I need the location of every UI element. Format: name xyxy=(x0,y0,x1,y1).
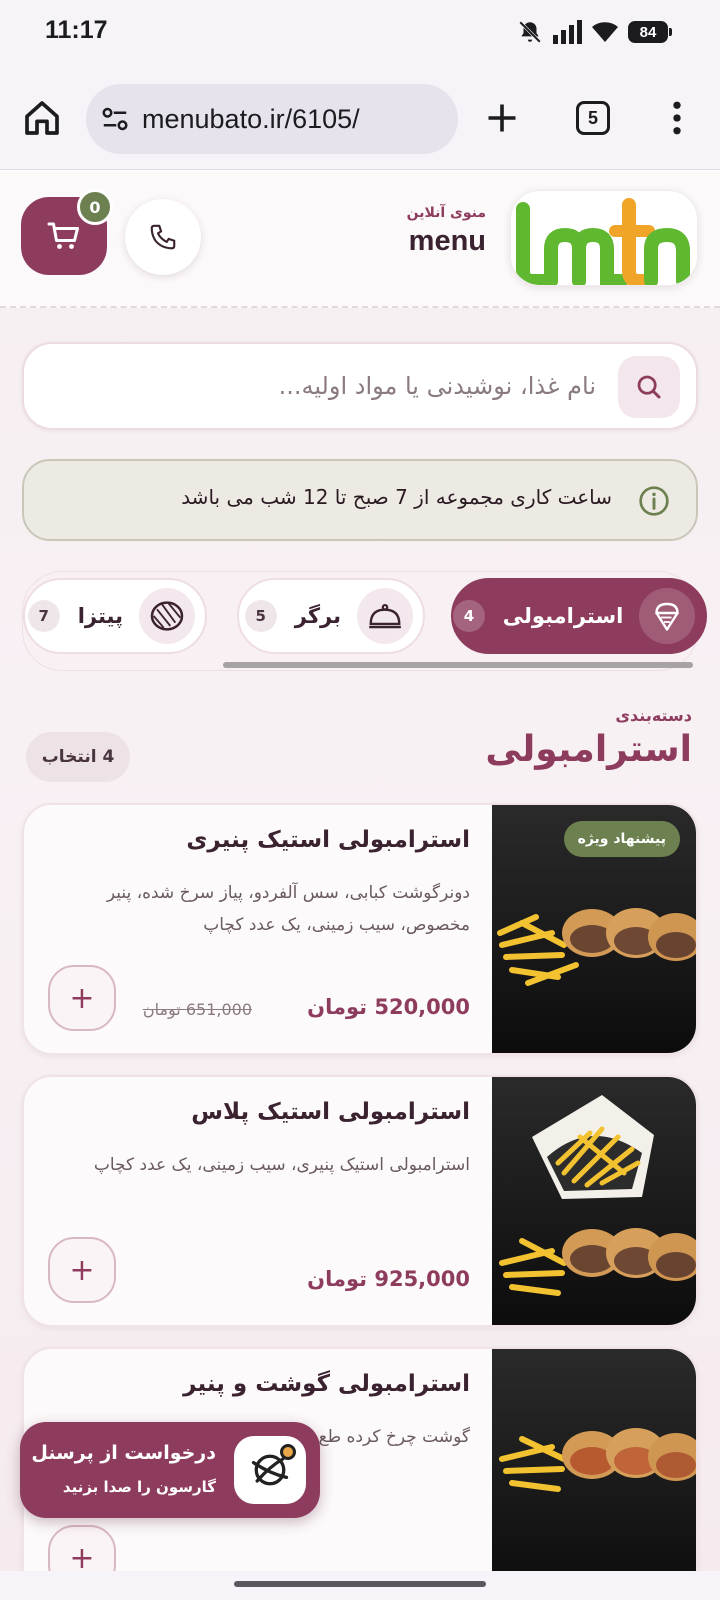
category-label: برگر xyxy=(294,604,341,628)
brand-title: menu xyxy=(408,225,486,257)
search-box[interactable] xyxy=(22,342,698,430)
new-tab-icon[interactable] xyxy=(484,100,520,136)
product-image xyxy=(492,1349,696,1571)
product-card[interactable]: پیشنهاد ویژه استرامبولی استیک پنیری دونر… xyxy=(22,803,698,1055)
add-to-cart-button[interactable]: + xyxy=(48,1237,116,1303)
search-button[interactable] xyxy=(618,356,680,418)
category-label: استرامبولی xyxy=(502,604,624,628)
product-price: 925,000 تومان xyxy=(307,1267,470,1291)
section-title: استرامبولی xyxy=(485,729,692,770)
notification-dot xyxy=(280,1444,296,1460)
more-menu-icon[interactable] xyxy=(660,98,694,138)
product-description: دونرگوشت کبابی، سس آلفردو، پیاز سرخ شده،… xyxy=(106,883,470,935)
category-label: پیتزا xyxy=(77,604,123,628)
product-name: استرامبولی گوشت و پنیر xyxy=(183,1371,470,1397)
waiter-call-icon xyxy=(234,1436,306,1504)
tab-category-strombolli[interactable]: استرامبولی 4 xyxy=(451,578,707,654)
special-offer-badge: پیشنهاد ویژه xyxy=(563,821,680,857)
add-to-cart-button[interactable]: + xyxy=(48,1525,116,1571)
product-card[interactable]: استرامبولی استیک پلاس استرامبولی استیک پ… xyxy=(22,1075,698,1327)
url-text[interactable]: menubato.ir/6105/ xyxy=(142,104,360,135)
plus-icon: + xyxy=(69,1252,95,1288)
page-content: منوی آنلاین menu 0 نام غذا، نوشیدنی یا م… xyxy=(0,171,720,1571)
call-button[interactable] xyxy=(125,199,201,275)
home-indicator[interactable] xyxy=(234,1581,486,1587)
phone-icon xyxy=(150,224,176,250)
add-to-cart-button[interactable]: + xyxy=(48,965,116,1031)
item-count-badge: 4 انتخاب xyxy=(26,732,130,782)
status-icons: 84 xyxy=(517,18,672,46)
brand-subtitle: منوی آنلاین xyxy=(406,205,486,221)
status-time: 11:17 xyxy=(45,16,108,44)
pizza-icon xyxy=(139,588,195,644)
status-bar: 11:17 84 xyxy=(0,0,720,64)
category-count: 4 xyxy=(453,600,485,632)
tab-count: 5 xyxy=(587,107,598,128)
browser-toolbar: menubato.ir/6105/ 5 xyxy=(0,64,720,170)
search-icon xyxy=(637,375,661,399)
plus-icon: + xyxy=(69,1540,95,1572)
cloche-icon xyxy=(357,588,413,644)
info-icon xyxy=(639,486,669,516)
bato-logo[interactable] xyxy=(510,190,698,286)
search-input[interactable] xyxy=(76,364,596,408)
staff-request-title: درخواست از پرسنل xyxy=(31,1442,216,1464)
product-description: استرامبولی استیک پنیری، سیب زمینی، یک عد… xyxy=(93,1155,470,1175)
product-name: استرامبولی استیک پنیری xyxy=(186,827,470,853)
category-count: 5 xyxy=(244,600,277,632)
tab-switcher-button[interactable]: 5 xyxy=(576,101,610,135)
product-image xyxy=(492,1077,696,1325)
category-count: 7 xyxy=(27,600,60,632)
ice-cream-icon xyxy=(639,588,695,644)
category-scrollbar[interactable] xyxy=(223,662,693,668)
plus-icon: + xyxy=(69,980,95,1016)
address-bar[interactable]: menubato.ir/6105/ xyxy=(86,84,458,154)
product-name: استرامبولی استیک پلاس xyxy=(191,1099,470,1125)
wifi-icon xyxy=(592,22,618,42)
cart-count-badge: 0 xyxy=(77,189,113,225)
section-kicker: دسته‌بندی xyxy=(615,706,692,725)
site-header: منوی آنلاین menu 0 xyxy=(0,171,720,308)
working-hours-text: ساعت کاری مجموعه از 7 صبح تا 12 شب می با… xyxy=(181,485,612,509)
bell-off-icon xyxy=(519,21,541,43)
staff-request-subtitle: گارسون را صدا بزنید xyxy=(62,1478,216,1496)
product-price: 520,000 تومان xyxy=(307,995,470,1019)
battery-level: 84 xyxy=(639,23,657,41)
product-old-price: 651,000 تومان xyxy=(142,1000,252,1019)
staff-request-button[interactable]: درخواست از پرسنل گارسون را صدا بزنید xyxy=(20,1422,320,1518)
tab-category-pizza[interactable]: پیتزا 7 xyxy=(23,578,207,654)
product-image: پیشنهاد ویژه xyxy=(492,805,696,1053)
tab-category-burger[interactable]: برگر 5 xyxy=(237,578,425,654)
signal-icon xyxy=(553,20,582,44)
home-icon[interactable] xyxy=(22,98,62,138)
site-settings-icon[interactable] xyxy=(100,104,130,134)
battery-icon: 84 xyxy=(628,21,672,43)
logo-graphic xyxy=(516,198,690,285)
cart-icon xyxy=(47,222,79,249)
category-tabs[interactable]: استرامبولی 4 برگر 5 پیتزا 7 xyxy=(22,571,707,671)
working-hours-notice: ساعت کاری مجموعه از 7 صبح تا 12 شب می با… xyxy=(22,459,698,541)
